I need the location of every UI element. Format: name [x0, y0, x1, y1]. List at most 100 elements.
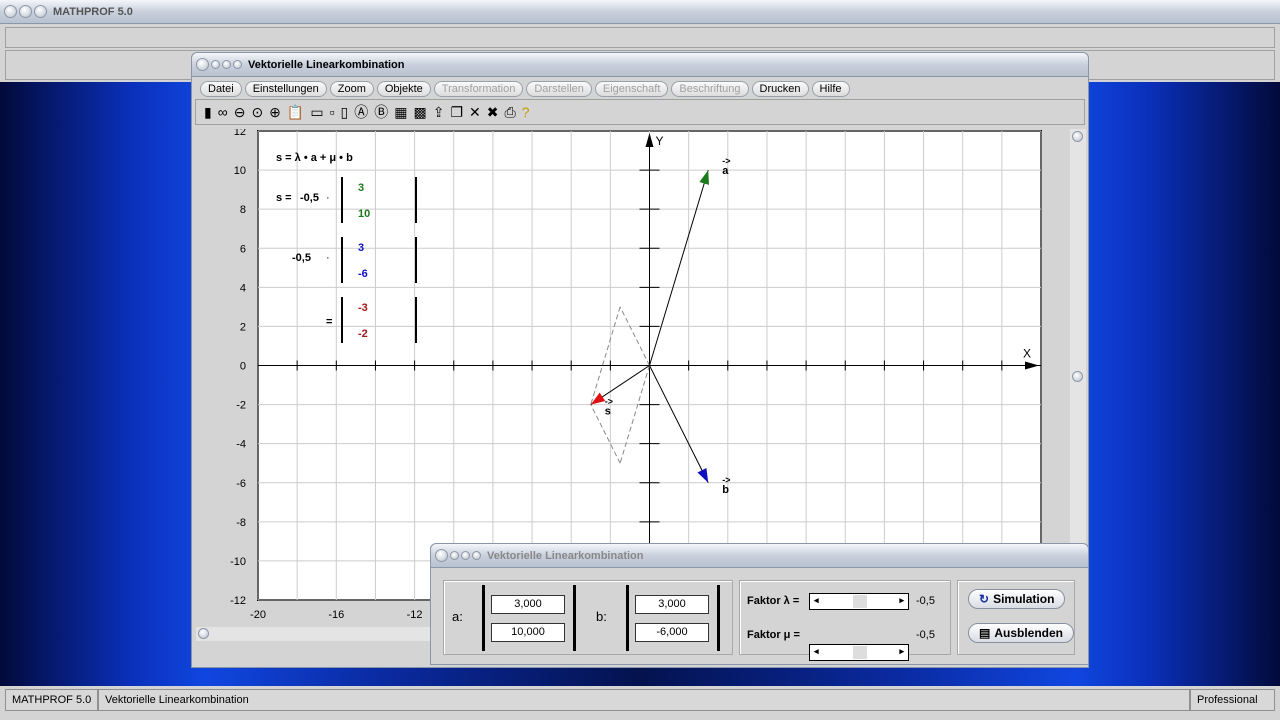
- y-axis-label: Y: [656, 134, 664, 148]
- formula-s-x: -3: [358, 302, 368, 314]
- print-icon[interactable]: ⎙: [505, 104, 516, 121]
- zoom-in-icon[interactable]: ⊕: [269, 104, 281, 121]
- y-tick-label: 6: [240, 243, 246, 255]
- mu-value: -0,5: [916, 629, 935, 641]
- window-buttons[interactable]: [4, 5, 47, 18]
- formula-mu: -0,5: [292, 252, 311, 264]
- buttons-group: ↻ Simulation ▤ Ausblenden: [957, 580, 1075, 655]
- pages-icon[interactable]: ❐: [450, 104, 463, 121]
- menubar: Datei Einstellungen Zoom Objekte Transformat…: [192, 79, 1088, 99]
- plot-window-titlebar[interactable]: Vektorielle Linearkombination: [192, 53, 1088, 77]
- formula-s-label: s =: [276, 192, 292, 204]
- app-menubar: [5, 27, 1275, 48]
- formula-s-y: -2: [358, 328, 368, 340]
- status-edition: Professional: [1190, 689, 1275, 711]
- boxes-icon[interactable]: ▯: [341, 104, 349, 121]
- menu-datei[interactable]: Datei: [200, 81, 242, 97]
- formula-dot: ·: [326, 192, 330, 204]
- y-tick-label: 12: [234, 129, 246, 138]
- formula-a-x: 3: [358, 182, 364, 194]
- menu-zoom[interactable]: Zoom: [329, 81, 374, 97]
- horizontal-scrollbar[interactable]: [196, 627, 432, 641]
- window-icon[interactable]: ▭: [310, 104, 323, 121]
- y-tick-label: -12: [230, 595, 246, 607]
- app-titlebar: MATHPROF 5.0: [0, 0, 1280, 24]
- factor-group: Faktor λ = ◂ ▸ -0,5 Faktor μ = ◂ ▸ -0,5: [739, 580, 951, 661]
- y-tick-label: -4: [236, 439, 246, 451]
- cross2-icon[interactable]: ✖: [487, 104, 499, 121]
- lambda-slider[interactable]: ◂ ▸: [809, 593, 909, 610]
- formula-b-y: -6: [358, 268, 368, 280]
- circle-a-icon[interactable]: Ⓐ: [354, 102, 368, 122]
- y-tick-label: 8: [240, 204, 246, 216]
- menu-transformation[interactable]: Transformation: [433, 81, 524, 97]
- x-axis-label: X: [1023, 347, 1031, 361]
- dialog: Vektorielle Linearkombination a: 3,000 1…: [430, 543, 1089, 665]
- glasses-icon[interactable]: ∞: [218, 104, 228, 120]
- plot-window-title: Vektorielle Linearkombination: [248, 58, 405, 71]
- y-tick-label: -6: [236, 478, 246, 490]
- table-icon[interactable]: ▦: [394, 104, 407, 121]
- cross-icon[interactable]: ✕: [469, 104, 481, 121]
- mu-label: Faktor μ =: [747, 629, 800, 641]
- vector-s-label: s: [605, 406, 611, 418]
- status-doc: Vektorielle Linearkombination: [98, 689, 1190, 711]
- toolbar: ▮ ∞ ⊖ ⊙ ⊕ 📋 ▭ ▫ ▯ Ⓐ Ⓑ ▦ ▩ ⇪ ❐ ✕ ✖ ⎙?: [195, 99, 1085, 125]
- a-x-field[interactable]: 3,000: [491, 595, 565, 614]
- vector-arrow-mark: ->: [722, 475, 730, 485]
- chart-icon[interactable]: ▩: [414, 104, 427, 121]
- slider-thumb[interactable]: [853, 595, 867, 608]
- clipboard-icon[interactable]: 📋: [287, 104, 304, 121]
- vector-arrow-mark: ->: [722, 156, 730, 166]
- y-tick-label: 2: [240, 321, 246, 333]
- switch-icon[interactable]: ▮: [204, 104, 212, 121]
- b-x-field[interactable]: 3,000: [635, 595, 709, 614]
- vectors-group: a: 3,000 10,000 b: 3,000 -6,000: [443, 580, 733, 655]
- simulation-button[interactable]: ↻ Simulation: [968, 589, 1066, 609]
- vector-b-label: b: [722, 484, 729, 496]
- mu-slider[interactable]: ◂ ▸: [809, 644, 909, 661]
- x-tick-label: -12: [407, 609, 423, 621]
- help-icon[interactable]: ?: [522, 104, 530, 120]
- formula-b-x: 3: [358, 242, 364, 254]
- dialog-titlebar[interactable]: Vektorielle Linearkombination: [431, 544, 1088, 568]
- dialog-title: Vektorielle Linearkombination: [487, 549, 644, 562]
- slider-thumb[interactable]: [853, 646, 867, 659]
- menu-darstellen[interactable]: Darstellen: [526, 81, 592, 97]
- status-app: MATHPROF 5.0: [5, 689, 98, 711]
- x-tick-label: -16: [328, 609, 344, 621]
- formula-header: s = λ • a + μ • b: [276, 152, 353, 164]
- formula-dot: ·: [326, 252, 330, 264]
- app-title: MATHPROF 5.0: [53, 5, 133, 18]
- menu-beschriftung[interactable]: Beschriftung: [671, 81, 749, 97]
- menu-einstellungen[interactable]: Einstellungen: [244, 81, 327, 97]
- y-tick-label: 10: [234, 165, 246, 177]
- x-tick-label: -20: [250, 609, 266, 621]
- menu-eigenschaft[interactable]: Eigenschaft: [594, 81, 669, 97]
- y-tick-label: 4: [240, 282, 246, 294]
- a-y-field[interactable]: 10,000: [491, 623, 565, 642]
- y-tick-label: -8: [236, 517, 246, 529]
- formula-eq: =: [326, 316, 332, 328]
- y-tick-label: -10: [230, 556, 246, 568]
- hide-icon: ▤: [979, 626, 991, 640]
- export-icon[interactable]: ⇪: [433, 104, 445, 121]
- vector-a-label: a: [722, 165, 729, 177]
- lambda-value: -0,5: [916, 595, 935, 607]
- y-tick-label: -2: [236, 400, 246, 412]
- b-y-field[interactable]: -6,000: [635, 623, 709, 642]
- small-box-icon[interactable]: ▫: [330, 104, 335, 120]
- circle-b-icon[interactable]: Ⓑ: [374, 102, 388, 122]
- formula-a-y: 10: [358, 208, 370, 220]
- zoom-reset-icon[interactable]: ⊙: [251, 104, 263, 121]
- vector-arrow-mark: ->: [605, 397, 613, 407]
- hide-button[interactable]: ▤ Ausblenden: [968, 623, 1075, 643]
- menu-objekte[interactable]: Objekte: [376, 81, 431, 97]
- menu-drucken[interactable]: Drucken: [751, 81, 809, 97]
- formula-lambda: -0,5: [300, 192, 319, 204]
- a-label: a:: [452, 609, 463, 624]
- menu-hilfe[interactable]: Hilfe: [811, 81, 850, 97]
- refresh-icon: ↻: [979, 592, 990, 606]
- zoom-out-icon[interactable]: ⊖: [234, 104, 246, 121]
- b-label: b:: [596, 609, 607, 624]
